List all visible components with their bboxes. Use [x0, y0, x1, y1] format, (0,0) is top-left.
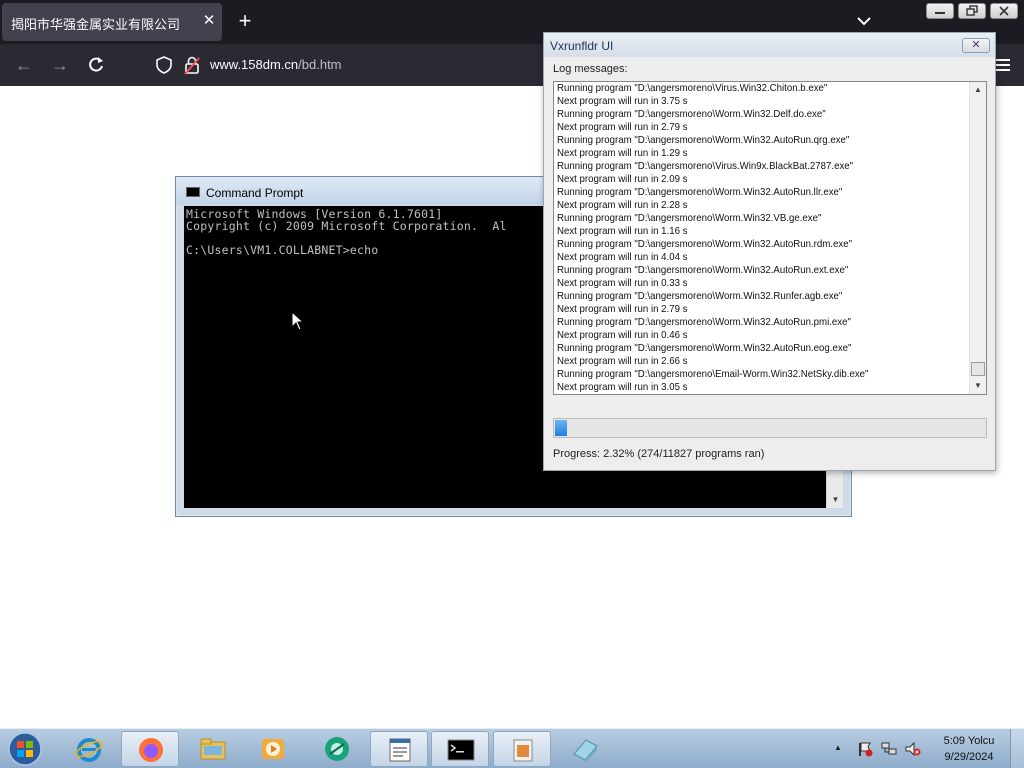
chevron-down-icon[interactable] — [855, 12, 873, 30]
minimize-button[interactable] — [926, 3, 954, 19]
log-scrollbar[interactable]: ▲ ▼ — [969, 82, 986, 394]
restore-button[interactable] — [958, 3, 986, 19]
network-icon[interactable] — [880, 741, 898, 757]
taskbar-explorer[interactable] — [184, 731, 242, 767]
disk-icon — [573, 739, 598, 763]
log-line: Running program "D:\angersmoreno\Worm.Wi… — [557, 186, 843, 198]
url-path: /bd.htm — [298, 57, 342, 72]
log-line: Next program will run in 3.05 s — [557, 381, 688, 393]
log-line: Running program "D:\angersmoreno\Worm.Wi… — [557, 290, 843, 302]
internet-explorer-icon — [75, 738, 103, 762]
log-line: Next program will run in 0.33 s — [557, 277, 688, 289]
tab-title: 揭阳市华强金属实业有限公司 — [11, 17, 181, 32]
log-line: Next program will run in 2.79 s — [557, 121, 688, 133]
restore-icon — [966, 5, 978, 16]
log-line: Next program will run in 2.66 s — [557, 355, 688, 367]
progress-bar-fill — [555, 420, 567, 436]
show-desktop-button[interactable] — [1010, 729, 1024, 768]
app-green-icon — [325, 737, 349, 761]
close-icon — [999, 6, 1009, 16]
log-line: Running program "D:\angersmoreno\Worm.Wi… — [557, 212, 822, 224]
forward-arrow-icon[interactable]: → — [50, 55, 70, 75]
log-line: Running program "D:\angersmoreno\Worm.Wi… — [557, 238, 853, 250]
action-center-flag-icon[interactable] — [856, 741, 874, 757]
reload-icon[interactable] — [86, 55, 106, 75]
taskbar-command-prompt[interactable] — [431, 731, 489, 767]
scroll-down-icon[interactable]: ▼ — [827, 491, 844, 508]
log-messages-label: Log messages: — [553, 63, 628, 75]
application-window-icon — [389, 738, 411, 762]
log-line: Next program will run in 0.46 s — [557, 329, 688, 341]
log-line: Next program will run in 2.28 s — [557, 199, 688, 211]
taskbar-installer[interactable] — [493, 731, 551, 767]
log-line: Running program "D:\angersmoreno\Worm.Wi… — [557, 264, 849, 276]
log-line: Running program "D:\angersmoreno\Worm.Wi… — [557, 316, 851, 328]
console-line: Copyright (c) 2009 Microsoft Corporation… — [186, 219, 507, 233]
taskbar-media-player[interactable] — [244, 731, 302, 767]
start-button-icon[interactable] — [6, 731, 44, 767]
console-icon — [186, 187, 200, 197]
log-line: Running program "D:\angersmoreno\Worm.Wi… — [557, 108, 826, 120]
log-line: Running program "D:\angersmoreno\Worm.Wi… — [557, 342, 852, 354]
vx-title-bar[interactable]: Vxrunfldr UI ✕ — [544, 33, 995, 57]
minimize-icon — [935, 12, 945, 14]
url-host: www.158dm.cn — [210, 57, 299, 72]
vx-window-title: Vxrunfldr UI — [550, 39, 614, 53]
log-line: Next program will run in 4.04 s — [557, 251, 688, 263]
log-line: Next program will run in 1.29 s — [557, 147, 688, 159]
log-messages-list[interactable]: Running program "D:\angersmoreno\Virus.W… — [553, 81, 987, 395]
browser-tab[interactable]: 揭阳市华强金属实业有限公司 ✕ — [2, 3, 222, 41]
vx-close-button[interactable]: ✕ — [962, 38, 990, 53]
clock-time[interactable]: 5:09 Yolcu — [938, 735, 1000, 747]
tab-close-icon[interactable]: ✕ — [200, 12, 218, 30]
log-line: Running program "D:\angersmoreno\Virus.W… — [557, 160, 854, 172]
log-lines: Running program "D:\angersmoreno\Virus.W… — [557, 82, 967, 394]
taskbar-firefox[interactable] — [121, 731, 179, 767]
new-tab-button[interactable]: + — [234, 10, 256, 32]
back-arrow-icon[interactable]: ← — [14, 55, 34, 75]
taskbar-app-disk[interactable] — [556, 731, 614, 767]
taskbar: ▲ 5:09 Yolcu 9/29/2024 — [0, 728, 1024, 768]
taskbar-app-green[interactable] — [308, 731, 366, 767]
taskbar-vxrunfldr[interactable] — [370, 731, 428, 767]
log-line: Next program will run in 3.75 s — [557, 95, 688, 107]
log-line: Next program will run in 2.79 s — [557, 303, 688, 315]
hamburger-menu-icon[interactable] — [994, 56, 1012, 74]
console-line: C:\Users\VM1.COLLABNET>echo — [186, 243, 379, 257]
scroll-thumb[interactable] — [971, 362, 985, 376]
log-line: Running program "D:\angersmoreno\Virus.W… — [557, 82, 828, 94]
show-hidden-icons-icon[interactable]: ▲ — [834, 743, 842, 752]
window-close-button[interactable] — [990, 3, 1018, 19]
log-line: Next program will run in 2.09 s — [557, 173, 688, 185]
mouse-cursor-icon — [291, 311, 305, 331]
command-prompt-icon — [447, 739, 475, 761]
vxrunfldr-window[interactable]: Vxrunfldr UI ✕ Log messages: Running pro… — [543, 32, 996, 471]
folder-icon — [200, 738, 226, 760]
lock-insecure-icon[interactable] — [183, 55, 201, 75]
firefox-icon — [139, 738, 163, 762]
url-bar[interactable]: www.158dm.cn/bd.htm — [210, 57, 342, 72]
log-line: Next program will run in 1.16 s — [557, 225, 688, 237]
clock-date[interactable]: 9/29/2024 — [938, 751, 1000, 763]
shield-icon[interactable] — [155, 55, 173, 75]
desktop-screen: 揭阳市华强金属实业有限公司 ✕ + ← → www.158dm.cn/bd.ht… — [0, 0, 1024, 768]
volume-muted-icon[interactable] — [904, 741, 922, 757]
progress-status-text: Progress: 2.32% (274/11827 programs ran) — [553, 448, 765, 460]
scroll-down-icon[interactable]: ▼ — [970, 378, 986, 394]
installer-icon — [513, 739, 533, 762]
scroll-up-icon[interactable]: ▲ — [970, 82, 986, 98]
progress-bar — [553, 418, 987, 438]
log-line: Running program "D:\angersmoreno\Worm.Wi… — [557, 134, 850, 146]
cmd-window-title: Command Prompt — [206, 186, 304, 200]
media-player-icon — [262, 739, 284, 759]
taskbar-ie[interactable] — [60, 731, 118, 767]
log-line: Running program "D:\angersmoreno\Email-W… — [557, 368, 869, 380]
